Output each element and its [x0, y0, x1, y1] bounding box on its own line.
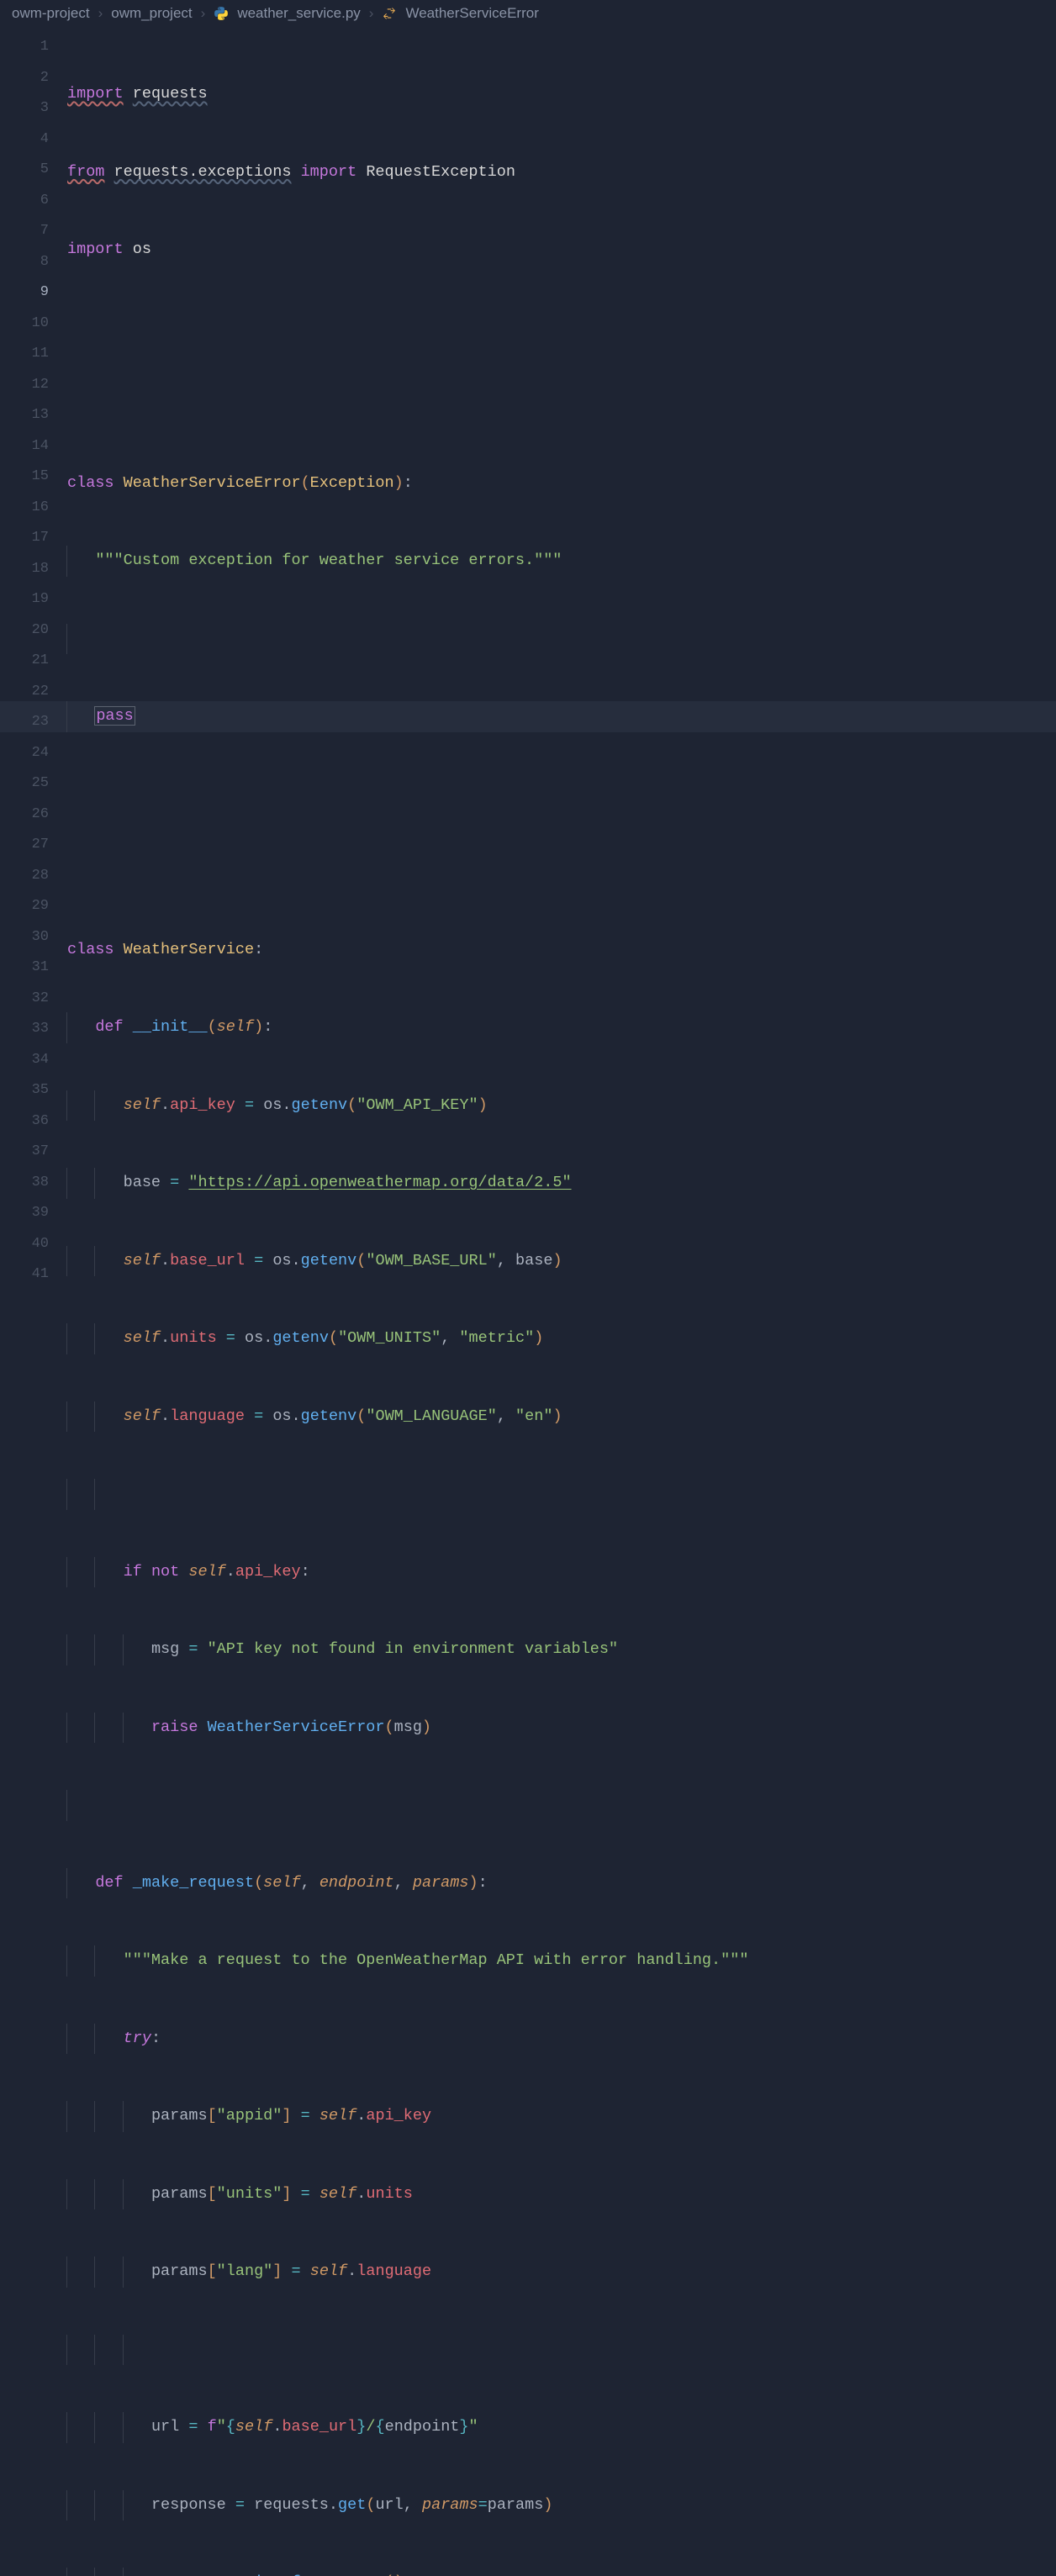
code-line[interactable]	[67, 857, 1056, 888]
line-number: 10	[0, 309, 49, 340]
code-line[interactable]: base = "https://api.openweathermap.org/d…	[67, 1168, 1056, 1199]
line-number: 20	[0, 615, 49, 647]
line-number: 4	[0, 124, 49, 156]
code-editor[interactable]: 1 2 3 4 5 6 7 8 9 10 11 12 13 14 15 16 1…	[0, 27, 1056, 2576]
code-line[interactable]: self.base_url = os.getenv("OWM_BASE_URL"…	[67, 1246, 1056, 1277]
breadcrumb-item[interactable]: owm_project	[111, 2, 192, 25]
line-number: 25	[0, 768, 49, 800]
line-number: 26	[0, 800, 49, 831]
line-number: 38	[0, 1168, 49, 1199]
line-number: 3	[0, 93, 49, 124]
line-number: 22	[0, 677, 49, 708]
code-line[interactable]: params["lang"] = self.language	[67, 2257, 1056, 2288]
line-number-gutter: 1 2 3 4 5 6 7 8 9 10 11 12 13 14 15 16 1…	[0, 32, 67, 2576]
line-number: 16	[0, 493, 49, 524]
line-number: 34	[0, 1045, 49, 1076]
code-line[interactable]: self.language = os.getenv("OWM_LANGUAGE"…	[67, 1401, 1056, 1433]
line-number: 12	[0, 370, 49, 401]
line-number: 30	[0, 922, 49, 953]
chevron-right-icon: ›	[201, 2, 206, 25]
line-number: 13	[0, 400, 49, 431]
code-line[interactable]: if not self.api_key:	[67, 1557, 1056, 1588]
line-number: 23	[0, 707, 49, 738]
line-number: 27	[0, 830, 49, 861]
code-line[interactable]: def __init__(self):	[67, 1012, 1056, 1043]
line-number: 7	[0, 216, 49, 247]
line-number: 41	[0, 1259, 49, 1291]
line-number: 11	[0, 339, 49, 370]
code-line[interactable]: raise WeatherServiceError(msg)	[67, 1713, 1056, 1744]
code-line[interactable]: """Custom exception for weather service …	[67, 546, 1056, 577]
chevron-right-icon: ›	[98, 2, 103, 25]
code-line[interactable]: """Make a request to the OpenWeatherMap …	[67, 1945, 1056, 1977]
breadcrumb-item[interactable]: weather_service.py	[237, 2, 360, 25]
code-line[interactable]	[67, 779, 1056, 810]
line-number: 29	[0, 891, 49, 922]
line-number: 21	[0, 646, 49, 677]
line-number: 2	[0, 63, 49, 94]
code-line[interactable]: def _make_request(self, endpoint, params…	[67, 1868, 1056, 1899]
line-number: 36	[0, 1106, 49, 1138]
line-number: 40	[0, 1229, 49, 1260]
breadcrumb[interactable]: owm-project › owm_project › weather_serv…	[0, 0, 1056, 27]
python-file-icon	[214, 6, 229, 21]
line-number: 9	[0, 277, 49, 309]
code-content[interactable]: import requests from requests.exceptions…	[67, 32, 1056, 2576]
breadcrumb-item[interactable]: WeatherServiceError	[405, 2, 538, 25]
line-number: 8	[0, 247, 49, 278]
line-number: 6	[0, 186, 49, 217]
code-line[interactable]: class WeatherService:	[67, 935, 1056, 966]
code-line[interactable]: try:	[67, 2024, 1056, 2055]
code-line[interactable]: params["appid"] = self.api_key	[67, 2101, 1056, 2132]
code-line[interactable]: params["units"] = self.units	[67, 2179, 1056, 2210]
code-line[interactable]	[67, 1790, 1056, 1821]
line-number: 14	[0, 431, 49, 462]
code-line[interactable]: self.api_key = os.getenv("OWM_API_KEY")	[67, 1090, 1056, 1122]
code-line[interactable]: class WeatherServiceError(Exception):	[67, 468, 1056, 499]
line-number: 18	[0, 554, 49, 585]
line-number: 1	[0, 32, 49, 63]
code-line[interactable]: url = f"{self.base_url}/{endpoint}"	[67, 2412, 1056, 2443]
class-symbol-icon	[382, 6, 397, 21]
line-number: 17	[0, 523, 49, 554]
code-line[interactable]	[67, 1479, 1056, 1510]
line-number: 35	[0, 1075, 49, 1106]
code-line-current[interactable]: pass	[67, 701, 1056, 732]
line-number: 31	[0, 953, 49, 984]
breadcrumb-item[interactable]: owm-project	[12, 2, 90, 25]
line-number: 5	[0, 155, 49, 186]
code-line[interactable]: import os	[67, 235, 1056, 266]
code-line[interactable]: from requests.exceptions import RequestE…	[67, 157, 1056, 188]
code-line[interactable]	[67, 313, 1056, 344]
code-line[interactable]	[67, 624, 1056, 655]
line-number: 39	[0, 1198, 49, 1229]
code-line[interactable]: self.units = os.getenv("OWM_UNITS", "met…	[67, 1323, 1056, 1354]
chevron-right-icon: ›	[369, 2, 374, 25]
code-line[interactable]: import requests	[67, 79, 1056, 110]
code-line[interactable]	[67, 2335, 1056, 2366]
code-line[interactable]: msg = "API key not found in environment …	[67, 1634, 1056, 1665]
line-number: 37	[0, 1137, 49, 1168]
line-number: 15	[0, 462, 49, 493]
line-number: 33	[0, 1014, 49, 1045]
code-line[interactable]: response.raise_for_status()	[67, 2568, 1056, 2576]
line-number: 19	[0, 584, 49, 615]
line-number: 28	[0, 861, 49, 892]
code-line[interactable]: response = requests.get(url, params=para…	[67, 2490, 1056, 2521]
line-number: 32	[0, 984, 49, 1015]
line-number: 24	[0, 738, 49, 769]
code-line[interactable]	[67, 390, 1056, 421]
